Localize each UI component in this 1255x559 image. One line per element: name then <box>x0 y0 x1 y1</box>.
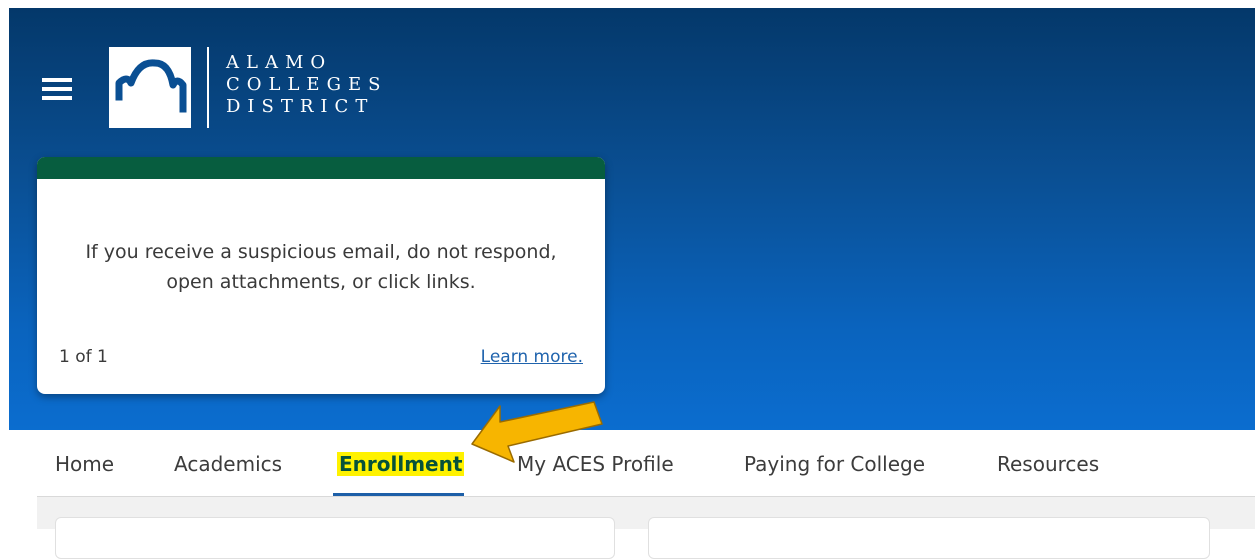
security-alert-card: If you receive a suspicious email, do no… <box>37 157 605 394</box>
alert-message-line-2: open attachments, or click links. <box>166 271 476 293</box>
alert-message-line-1: If you receive a suspicious email, do no… <box>85 241 557 263</box>
alert-color-bar <box>37 157 605 179</box>
main-nav: Home Academics Enrollment My ACES Profil… <box>37 430 1255 497</box>
logo-line-1: ALAMO <box>226 52 333 73</box>
active-tab-indicator <box>333 493 464 496</box>
learn-more-link[interactable]: Learn more. <box>481 347 583 367</box>
logo-divider <box>207 47 209 128</box>
nav-home[interactable]: Home <box>55 452 114 476</box>
nav-resources[interactable]: Resources <box>997 452 1099 476</box>
nav-enrollment[interactable]: Enrollment <box>337 452 465 476</box>
logo-line-2: COLLEGES <box>226 74 388 95</box>
alert-message: If you receive a suspicious email, do no… <box>37 237 605 297</box>
content-panel-right <box>648 517 1210 559</box>
logo-wordmark: ALAMO COLLEGES DISTRICT <box>226 52 387 118</box>
menu-icon[interactable] <box>42 76 72 102</box>
nav-enrollment-label: Enrollment <box>337 452 465 476</box>
nav-academics[interactable]: Academics <box>174 452 282 476</box>
alamo-logo[interactable] <box>109 47 191 128</box>
annotation-arrow-icon <box>471 401 603 463</box>
logo-line-3: DISTRICT <box>226 96 375 117</box>
content-panel-left <box>55 517 615 559</box>
alert-counter: 1 of 1 <box>59 347 108 367</box>
nav-paying-for-college[interactable]: Paying for College <box>744 452 925 476</box>
